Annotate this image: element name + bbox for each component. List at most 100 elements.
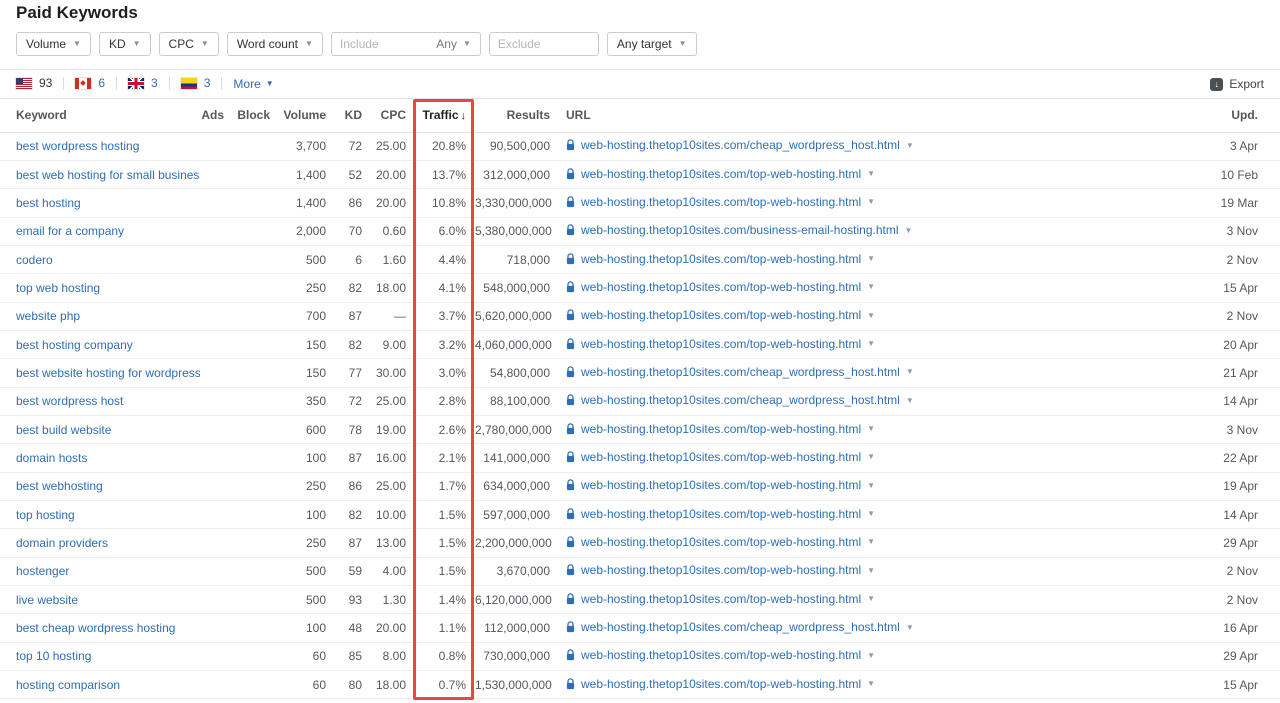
url-dropdown-caret[interactable]: ▼ bbox=[905, 226, 913, 235]
keyword-link[interactable]: best web hosting for small business bbox=[16, 168, 200, 182]
keyword-link[interactable]: domain hosts bbox=[16, 451, 87, 465]
header-upd[interactable]: Upd. bbox=[1194, 99, 1280, 133]
keyword-link[interactable]: hostenger bbox=[16, 564, 69, 578]
include-input[interactable] bbox=[331, 37, 428, 51]
url-link[interactable]: web-hosting.thetop10sites.com/top-web-ho… bbox=[581, 563, 861, 577]
url-link[interactable]: web-hosting.thetop10sites.com/top-web-ho… bbox=[581, 507, 861, 521]
word-count-filter-button[interactable]: Word count ▼ bbox=[226, 32, 323, 56]
any-target-dropdown[interactable]: Any target ▼ bbox=[606, 32, 697, 56]
keyword-link[interactable]: best wordpress hosting bbox=[16, 139, 139, 153]
keyword-link[interactable]: best build website bbox=[16, 423, 111, 437]
keyword-link[interactable]: hosting comparison bbox=[16, 678, 120, 692]
header-keyword[interactable]: Keyword bbox=[0, 99, 200, 133]
url-link[interactable]: web-hosting.thetop10sites.com/top-web-ho… bbox=[581, 280, 861, 294]
cpc-filter-button[interactable]: CPC ▼ bbox=[158, 32, 219, 56]
country-filter-gb[interactable]: 3 bbox=[128, 76, 158, 90]
url-link[interactable]: web-hosting.thetop10sites.com/top-web-ho… bbox=[581, 535, 861, 549]
ads-cell bbox=[200, 500, 232, 530]
url-link[interactable]: web-hosting.thetop10sites.com/top-web-ho… bbox=[581, 337, 861, 351]
url-dropdown-caret[interactable]: ▼ bbox=[867, 424, 875, 433]
include-mode-dropdown[interactable]: Any ▼ bbox=[427, 33, 480, 55]
url-link[interactable]: web-hosting.thetop10sites.com/top-web-ho… bbox=[581, 648, 861, 662]
url-dropdown-caret[interactable]: ▼ bbox=[867, 169, 875, 178]
url-link[interactable]: web-hosting.thetop10sites.com/cheap_word… bbox=[581, 138, 900, 152]
upd-cell: 15 Apr bbox=[1194, 273, 1280, 303]
block-cell bbox=[232, 245, 278, 275]
keyword-link[interactable]: best wordpress host bbox=[16, 394, 123, 408]
traffic-cell: 1.5% bbox=[414, 557, 474, 587]
volume-filter-button[interactable]: Volume ▼ bbox=[16, 32, 91, 56]
keyword-link[interactable]: website php bbox=[16, 309, 80, 323]
kd-cell: 52 bbox=[334, 160, 370, 190]
lock-icon bbox=[566, 337, 575, 350]
keyword-link[interactable]: best website hosting for wordpress bbox=[16, 366, 200, 380]
keyword-link[interactable]: top 10 hosting bbox=[16, 649, 91, 663]
url-dropdown-caret[interactable]: ▼ bbox=[867, 452, 875, 461]
url-dropdown-caret[interactable]: ▼ bbox=[867, 509, 875, 518]
url-dropdown-caret[interactable]: ▼ bbox=[867, 594, 875, 603]
url-link[interactable]: web-hosting.thetop10sites.com/cheap_word… bbox=[581, 393, 900, 407]
url-dropdown-caret[interactable]: ▼ bbox=[867, 282, 875, 291]
keyword-link[interactable]: codero bbox=[16, 253, 53, 267]
export-button[interactable]: ↓ Export bbox=[1210, 77, 1264, 91]
keyword-link[interactable]: live website bbox=[16, 593, 78, 607]
volume-cell: 1,400 bbox=[278, 160, 334, 190]
url-dropdown-caret[interactable]: ▼ bbox=[867, 566, 875, 575]
url-dropdown-caret[interactable]: ▼ bbox=[867, 537, 875, 546]
more-countries-link[interactable]: More ▼ bbox=[233, 77, 273, 91]
url-dropdown-caret[interactable]: ▼ bbox=[867, 197, 875, 206]
kd-filter-button[interactable]: KD ▼ bbox=[98, 32, 151, 56]
header-cpc[interactable]: CPC bbox=[370, 99, 414, 133]
exclude-input[interactable] bbox=[488, 32, 599, 56]
url-dropdown-caret[interactable]: ▼ bbox=[906, 367, 914, 376]
url-link[interactable]: web-hosting.thetop10sites.com/top-web-ho… bbox=[581, 308, 861, 322]
country-filter-co[interactable]: 3 bbox=[180, 76, 210, 90]
keyword-link[interactable]: best hosting bbox=[16, 196, 81, 210]
header-results[interactable]: Results bbox=[474, 99, 558, 133]
keyword-link[interactable]: best hosting company bbox=[16, 338, 133, 352]
results-cell: 112,000,000 bbox=[474, 613, 558, 643]
block-cell bbox=[232, 670, 278, 700]
upd-cell: 10 Feb bbox=[1194, 160, 1280, 190]
url-link[interactable]: web-hosting.thetop10sites.com/top-web-ho… bbox=[581, 195, 861, 209]
url-link[interactable]: web-hosting.thetop10sites.com/top-web-ho… bbox=[581, 677, 861, 691]
url-dropdown-caret[interactable]: ▼ bbox=[867, 481, 875, 490]
ads-cell bbox=[200, 217, 232, 246]
header-ads[interactable]: Ads bbox=[200, 99, 232, 133]
url-link[interactable]: web-hosting.thetop10sites.com/top-web-ho… bbox=[581, 252, 861, 266]
url-dropdown-caret[interactable]: ▼ bbox=[867, 679, 875, 688]
header-block[interactable]: Block bbox=[232, 99, 278, 133]
filter-row: Volume ▼ KD ▼ CPC ▼ Word count ▼ Any ▼ A… bbox=[16, 32, 1264, 56]
url-dropdown-caret[interactable]: ▼ bbox=[906, 396, 914, 405]
header-url[interactable]: URL bbox=[558, 99, 1194, 133]
url-link[interactable]: web-hosting.thetop10sites.com/cheap_word… bbox=[581, 620, 900, 634]
url-link[interactable]: web-hosting.thetop10sites.com/top-web-ho… bbox=[581, 450, 861, 464]
url-link[interactable]: web-hosting.thetop10sites.com/top-web-ho… bbox=[581, 478, 861, 492]
country-filter-ca[interactable]: 6 bbox=[75, 76, 105, 90]
keyword-link[interactable]: best cheap wordpress hosting bbox=[16, 621, 175, 635]
header-volume[interactable]: Volume bbox=[278, 99, 334, 133]
url-link[interactable]: web-hosting.thetop10sites.com/top-web-ho… bbox=[581, 592, 861, 606]
url-link[interactable]: web-hosting.thetop10sites.com/cheap_word… bbox=[581, 365, 900, 379]
header-traffic-sorted[interactable]: Traffic ↓ bbox=[414, 99, 474, 133]
url-link[interactable]: web-hosting.thetop10sites.com/top-web-ho… bbox=[581, 167, 861, 181]
page-title: Paid Keywords bbox=[16, 3, 138, 22]
country-filter-us[interactable]: 93 bbox=[16, 76, 52, 90]
header-kd[interactable]: KD bbox=[334, 99, 370, 133]
keyword-link[interactable]: email for a company bbox=[16, 224, 124, 238]
ads-cell bbox=[200, 613, 232, 643]
keyword-link[interactable]: top hosting bbox=[16, 508, 75, 522]
url-dropdown-caret[interactable]: ▼ bbox=[867, 311, 875, 320]
cpc-cell: — bbox=[370, 302, 414, 331]
keyword-link[interactable]: top web hosting bbox=[16, 281, 100, 295]
url-dropdown-caret[interactable]: ▼ bbox=[867, 651, 875, 660]
url-link[interactable]: web-hosting.thetop10sites.com/business-e… bbox=[581, 223, 899, 237]
url-dropdown-caret[interactable]: ▼ bbox=[867, 254, 875, 263]
url-link[interactable]: web-hosting.thetop10sites.com/top-web-ho… bbox=[581, 422, 861, 436]
keyword-link[interactable]: best webhosting bbox=[16, 479, 103, 493]
url-dropdown-caret[interactable]: ▼ bbox=[867, 339, 875, 348]
url-dropdown-caret[interactable]: ▼ bbox=[906, 623, 914, 632]
url-dropdown-caret[interactable]: ▼ bbox=[906, 141, 914, 150]
cpc-cell: 19.00 bbox=[370, 415, 414, 445]
keyword-link[interactable]: domain providers bbox=[16, 536, 108, 550]
